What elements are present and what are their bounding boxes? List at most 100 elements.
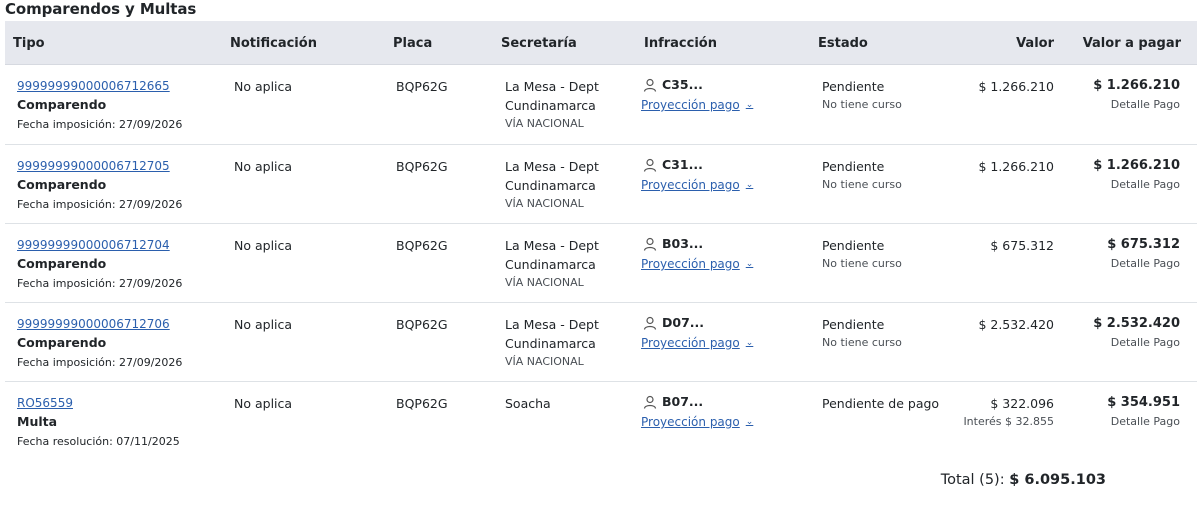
column-header-estado[interactable]: Estado	[818, 36, 868, 51]
curso-status: No tiene curso	[822, 98, 902, 111]
proyeccion-pago-label: Proyección pago	[641, 415, 740, 429]
table-row: 99999999000006712706 Comparendo Fecha im…	[5, 303, 1197, 382]
proyeccion-pago-label: Proyección pago	[641, 98, 740, 112]
infraccion-code: C31...	[662, 157, 703, 172]
infraccion-value: B07...	[643, 394, 703, 409]
valor-amount: $ 1.266.210	[978, 159, 1054, 174]
user-icon	[643, 237, 657, 251]
detalle-pago-link[interactable]: Detalle Pago	[1111, 257, 1180, 270]
record-id-link[interactable]: 99999999000006712706	[17, 317, 170, 331]
record-type: Multa	[17, 414, 58, 429]
estado-value: Pendiente	[822, 79, 885, 94]
record-date: Fecha imposición: 27/09/2026	[17, 198, 183, 211]
infraccion-value: D07...	[643, 315, 704, 330]
chevron-down-icon: ⌄	[745, 338, 754, 348]
notificacion-value: No aplica	[234, 317, 293, 332]
infraccion-value: C31...	[643, 157, 703, 172]
record-type: Comparendo	[17, 256, 107, 271]
user-icon	[643, 395, 657, 409]
secretaria-line1: La Mesa - Dept	[505, 79, 599, 94]
user-icon	[643, 316, 657, 330]
valor-a-pagar-amount: $ 354.951	[1107, 395, 1180, 410]
proyeccion-pago-label: Proyección pago	[641, 336, 740, 350]
record-id-link[interactable]: RO56559	[17, 396, 73, 410]
valor-amount: $ 322.096	[990, 396, 1054, 411]
infraccion-code: D07...	[662, 315, 705, 330]
detalle-pago-link[interactable]: Detalle Pago	[1111, 415, 1180, 428]
estado-value: Pendiente	[822, 159, 885, 174]
notificacion-value: No aplica	[234, 159, 293, 174]
valor-amount: $ 2.532.420	[978, 317, 1054, 332]
secretaria-line2: Cundinamarca	[505, 336, 596, 351]
valor-a-pagar-amount: $ 1.266.210	[1093, 158, 1180, 173]
column-header-infraccion[interactable]: Infracción	[644, 36, 717, 51]
proyeccion-pago-dropdown[interactable]: Proyección pago ⌄	[641, 257, 753, 271]
infraccion-code: C35...	[662, 77, 703, 92]
curso-status: No tiene curso	[822, 178, 902, 191]
record-date: Fecha imposición: 27/09/2026	[17, 356, 183, 369]
proyeccion-pago-dropdown[interactable]: Proyección pago ⌄	[641, 178, 753, 192]
page-title: Comparendos y Multas	[5, 0, 197, 18]
total-label: Total (5):	[940, 472, 1005, 488]
total-summary: Total (5): $ 6.095.103	[941, 472, 1106, 488]
column-header-valor-a-pagar[interactable]: Valor a pagar	[1083, 36, 1181, 51]
notificacion-value: No aplica	[234, 396, 293, 411]
proyeccion-pago-dropdown[interactable]: Proyección pago ⌄	[641, 98, 753, 112]
placa-value: BQP62G	[396, 396, 448, 411]
placa-value: BQP62G	[396, 238, 448, 253]
table-header: Tipo Notificación Placa Secretaría Infra…	[5, 21, 1197, 65]
record-type: Comparendo	[17, 97, 107, 112]
proyeccion-pago-dropdown[interactable]: Proyección pago ⌄	[641, 336, 753, 350]
infraccion-value: B03...	[643, 236, 703, 251]
record-date: Fecha imposición: 27/09/2026	[17, 118, 183, 131]
via-type: VÍA NACIONAL	[505, 276, 584, 289]
secretaria-line2: Cundinamarca	[505, 257, 596, 272]
via-type: VÍA NACIONAL	[505, 197, 584, 210]
detalle-pago-link[interactable]: Detalle Pago	[1111, 336, 1180, 349]
placa-value: BQP62G	[396, 159, 448, 174]
chevron-down-icon: ⌄	[745, 180, 754, 190]
proyeccion-pago-label: Proyección pago	[641, 257, 740, 271]
record-id-link[interactable]: 99999999000006712705	[17, 159, 170, 173]
placa-value: BQP62G	[396, 79, 448, 94]
placa-value: BQP62G	[396, 317, 448, 332]
via-type: VÍA NACIONAL	[505, 355, 584, 368]
valor-a-pagar-amount: $ 2.532.420	[1093, 316, 1180, 331]
curso-status: No tiene curso	[822, 336, 902, 349]
valor-amount: $ 675.312	[990, 238, 1054, 253]
via-type: VÍA NACIONAL	[505, 117, 584, 130]
record-type: Comparendo	[17, 335, 107, 350]
estado-value: Pendiente de pago	[822, 396, 940, 411]
valor-a-pagar-amount: $ 1.266.210	[1093, 78, 1180, 93]
chevron-down-icon: ⌄	[745, 100, 754, 110]
column-header-notificacion[interactable]: Notificación	[230, 36, 317, 51]
record-type: Comparendo	[17, 177, 107, 192]
curso-status: No tiene curso	[822, 257, 902, 270]
column-header-placa[interactable]: Placa	[393, 36, 432, 51]
secretaria-line1: La Mesa - Dept	[505, 317, 599, 332]
table-row: 99999999000006712665 Comparendo Fecha im…	[5, 65, 1197, 145]
valor-a-pagar-amount: $ 675.312	[1107, 237, 1180, 252]
estado-value: Pendiente	[822, 317, 885, 332]
column-header-secretaria[interactable]: Secretaría	[501, 36, 577, 51]
user-icon	[643, 78, 657, 92]
column-header-tipo[interactable]: Tipo	[13, 36, 45, 51]
proyeccion-pago-dropdown[interactable]: Proyección pago ⌄	[641, 415, 753, 429]
valor-amount: $ 1.266.210	[978, 79, 1054, 94]
infraccion-value: C35...	[643, 77, 703, 92]
table-row: RO56559 Multa Fecha resolución: 07/11/20…	[5, 382, 1197, 462]
record-id-link[interactable]: 99999999000006712665	[17, 79, 170, 93]
secretaria-line2: Cundinamarca	[505, 98, 596, 113]
interes-amount: Interés $ 32.855	[963, 415, 1054, 428]
total-amount: $ 6.095.103	[1009, 472, 1106, 488]
chevron-down-icon: ⌄	[745, 259, 754, 269]
secretaria-line1: La Mesa - Dept	[505, 238, 599, 253]
detalle-pago-link[interactable]: Detalle Pago	[1111, 178, 1180, 191]
user-icon	[643, 158, 657, 172]
secretaria-line2: Cundinamarca	[505, 178, 596, 193]
detalle-pago-link[interactable]: Detalle Pago	[1111, 98, 1180, 111]
record-date: Fecha resolución: 07/11/2025	[17, 435, 180, 448]
column-header-valor[interactable]: Valor	[1016, 36, 1054, 51]
record-date: Fecha imposición: 27/09/2026	[17, 277, 183, 290]
record-id-link[interactable]: 99999999000006712704	[17, 238, 170, 252]
